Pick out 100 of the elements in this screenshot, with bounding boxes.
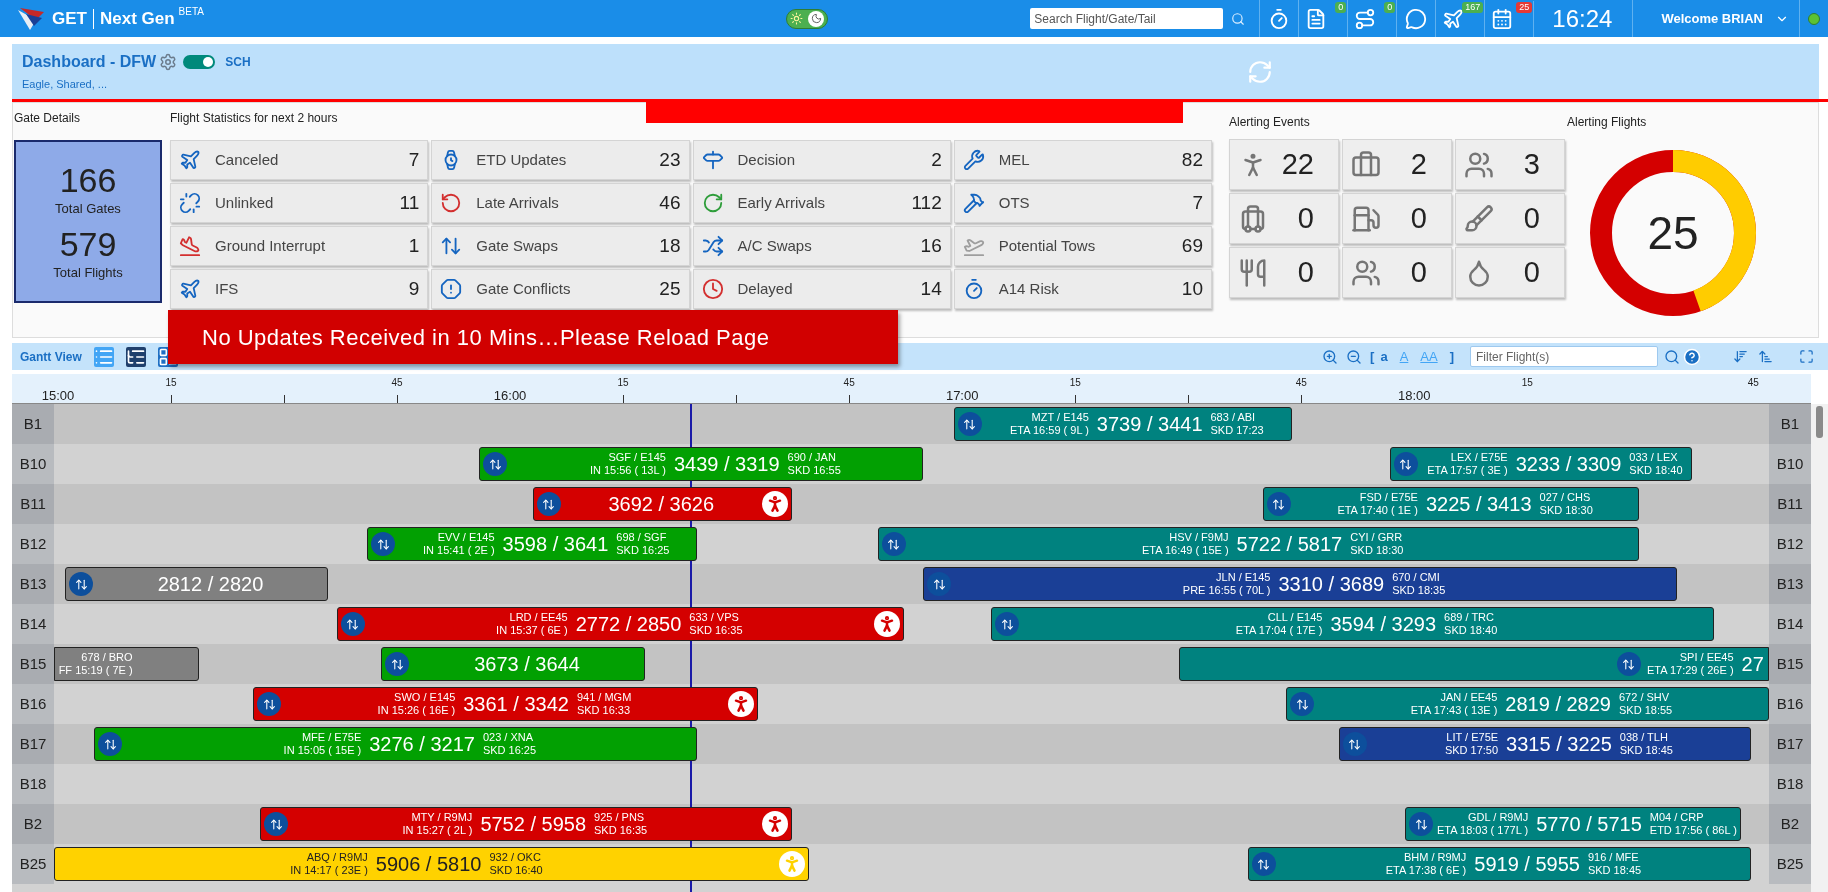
search-field[interactable]: Search Flight/Gate/Tail	[1030, 8, 1224, 29]
sort-down-icon[interactable]	[1733, 349, 1748, 364]
stat-tile[interactable]: IFS 9	[170, 269, 429, 309]
swap-icon[interactable]	[536, 492, 561, 516]
stat-tile[interactable]: MEL 82	[953, 140, 1212, 180]
flight-info: SKD 16:55	[787, 464, 841, 477]
swap-icon[interactable]	[340, 612, 365, 636]
swap-icon[interactable]	[385, 652, 410, 676]
calendar-icon[interactable]	[1491, 7, 1514, 30]
gate-label: B25	[1776, 853, 1804, 874]
stat-tile[interactable]: Late Arrivals 46	[431, 183, 690, 223]
stat-tile[interactable]: Gate Conflicts 25	[431, 269, 690, 309]
swap-icon[interactable]	[1342, 732, 1367, 756]
help-icon[interactable]	[1683, 347, 1701, 366]
stat-label: MEL	[998, 149, 1030, 170]
stat-tile[interactable]: Unlinked 11	[170, 183, 429, 223]
plane-icon	[179, 149, 201, 171]
scrollbar[interactable]	[1811, 404, 1828, 892]
flight-info: 670 / CMI	[1392, 571, 1440, 584]
swap-icon[interactable]	[1393, 452, 1418, 476]
stat-tile[interactable]: Delayed 14	[692, 269, 951, 309]
event-tile[interactable]: 2	[1342, 139, 1452, 190]
theme-toggle[interactable]	[786, 8, 829, 29]
stat-tile[interactable]: Potential Tows 69	[953, 226, 1212, 266]
settings-icon[interactable]	[159, 53, 178, 72]
swap-icon[interactable]	[1409, 812, 1433, 836]
stat-label: Ground Interrupt	[215, 235, 326, 256]
flight-info: CYI / GRR	[1350, 531, 1403, 544]
event-tile[interactable]: 0	[1455, 247, 1565, 298]
zoom-in-icon[interactable]	[1322, 348, 1339, 365]
flight-bar[interactable]: 678 / BRO FF 15:19 ( 7E )	[54, 647, 200, 681]
event-tile[interactable]: 22	[1229, 139, 1339, 190]
swap-icon[interactable]	[1251, 852, 1276, 876]
flight-numbers: 3233 / 3309	[1515, 452, 1622, 477]
event-tile[interactable]: 0	[1342, 193, 1452, 244]
stat-label: A/C Swaps	[737, 235, 812, 256]
stat-tile[interactable]: Canceled 7	[170, 140, 429, 180]
time-label: 45	[1295, 376, 1307, 390]
schedule-toggle[interactable]	[183, 55, 216, 70]
font-size-option[interactable]: a	[1380, 346, 1388, 367]
gate-label: B13	[19, 573, 47, 594]
stat-tile[interactable]: Ground Interrupt 1	[170, 226, 429, 266]
event-tile[interactable]: 0	[1229, 193, 1339, 244]
alerting-total: 25	[1647, 205, 1699, 261]
stat-tile[interactable]: A/C Swaps 16	[692, 226, 951, 266]
swap-icon[interactable]	[1266, 492, 1291, 516]
flight-numbers: 3594 / 3293	[1330, 612, 1437, 637]
event-count: 0	[1297, 200, 1314, 236]
event-tile[interactable]: 0	[1342, 247, 1452, 298]
swap-icon[interactable]	[1290, 692, 1315, 716]
swap-icon[interactable]	[98, 732, 123, 756]
event-count: 0	[1297, 254, 1314, 290]
swap-icon[interactable]	[957, 412, 982, 436]
gate-label: B10	[19, 453, 47, 474]
time-label: 15:00	[41, 387, 75, 405]
swap-icon[interactable]	[69, 572, 94, 596]
filter-field[interactable]: Filter Flight(s)	[1470, 346, 1658, 367]
list-view-icon[interactable]	[93, 346, 114, 367]
stat-label: Decision	[737, 149, 796, 170]
stat-tile[interactable]: Decision 2	[692, 140, 951, 180]
zoom-out-icon[interactable]	[1346, 348, 1363, 365]
event-tile[interactable]: 0	[1455, 193, 1565, 244]
swap-icon[interactable]	[371, 532, 396, 556]
sort-up-icon[interactable]	[1758, 349, 1773, 364]
count-badge: 167	[1462, 2, 1484, 13]
plane-icon[interactable]	[1442, 7, 1465, 30]
flight-info: JLN / E145	[1216, 571, 1271, 584]
event-tile[interactable]: 0	[1229, 247, 1339, 298]
stat-label: Gate Conflicts	[476, 278, 571, 299]
swap-icon[interactable]	[1616, 652, 1641, 676]
event-tile[interactable]: 3	[1455, 139, 1565, 190]
flight-bar[interactable]: 2812 / 2820	[65, 567, 328, 601]
swap-icon[interactable]	[264, 812, 288, 836]
stat-label: Canceled	[215, 149, 279, 170]
swap-icon[interactable]	[927, 572, 952, 596]
flight-numbers: 3598 / 3641	[502, 532, 609, 557]
stat-value: 18	[659, 233, 681, 258]
flight-info: BHM / R9MJ	[1403, 851, 1467, 864]
search-icon[interactable]	[1664, 348, 1680, 365]
search-icon[interactable]	[1231, 11, 1246, 26]
flight-numbers: 5906 / 5810	[375, 852, 482, 877]
swap-icon[interactable]	[257, 692, 281, 716]
flight-info: MTY / R9MJ	[411, 811, 473, 824]
stat-value: 112	[911, 190, 942, 215]
tree-view-icon[interactable]	[125, 346, 146, 367]
stat-tile[interactable]: A14 Risk 10	[953, 269, 1212, 309]
flight-bar[interactable]: 3692 / 3626	[532, 487, 792, 521]
gate-label: B1	[1780, 413, 1800, 434]
stat-tile[interactable]: ETD Updates 23	[431, 140, 690, 180]
stat-tile[interactable]: Gate Swaps 18	[431, 226, 690, 266]
time-label: 16:00	[493, 387, 527, 405]
swap-icon[interactable]	[882, 532, 906, 556]
stat-tile[interactable]: OTS 7	[953, 183, 1212, 223]
gate-label: B17	[19, 733, 47, 754]
stat-tile[interactable]: Early Arrivals 112	[692, 183, 951, 223]
swap-icon[interactable]	[995, 612, 1020, 636]
chat-icon[interactable]	[1405, 7, 1428, 30]
expand-icon[interactable]	[1799, 349, 1814, 364]
section-title: Alerting Events	[1229, 114, 1311, 131]
swap-icon[interactable]	[483, 452, 508, 476]
